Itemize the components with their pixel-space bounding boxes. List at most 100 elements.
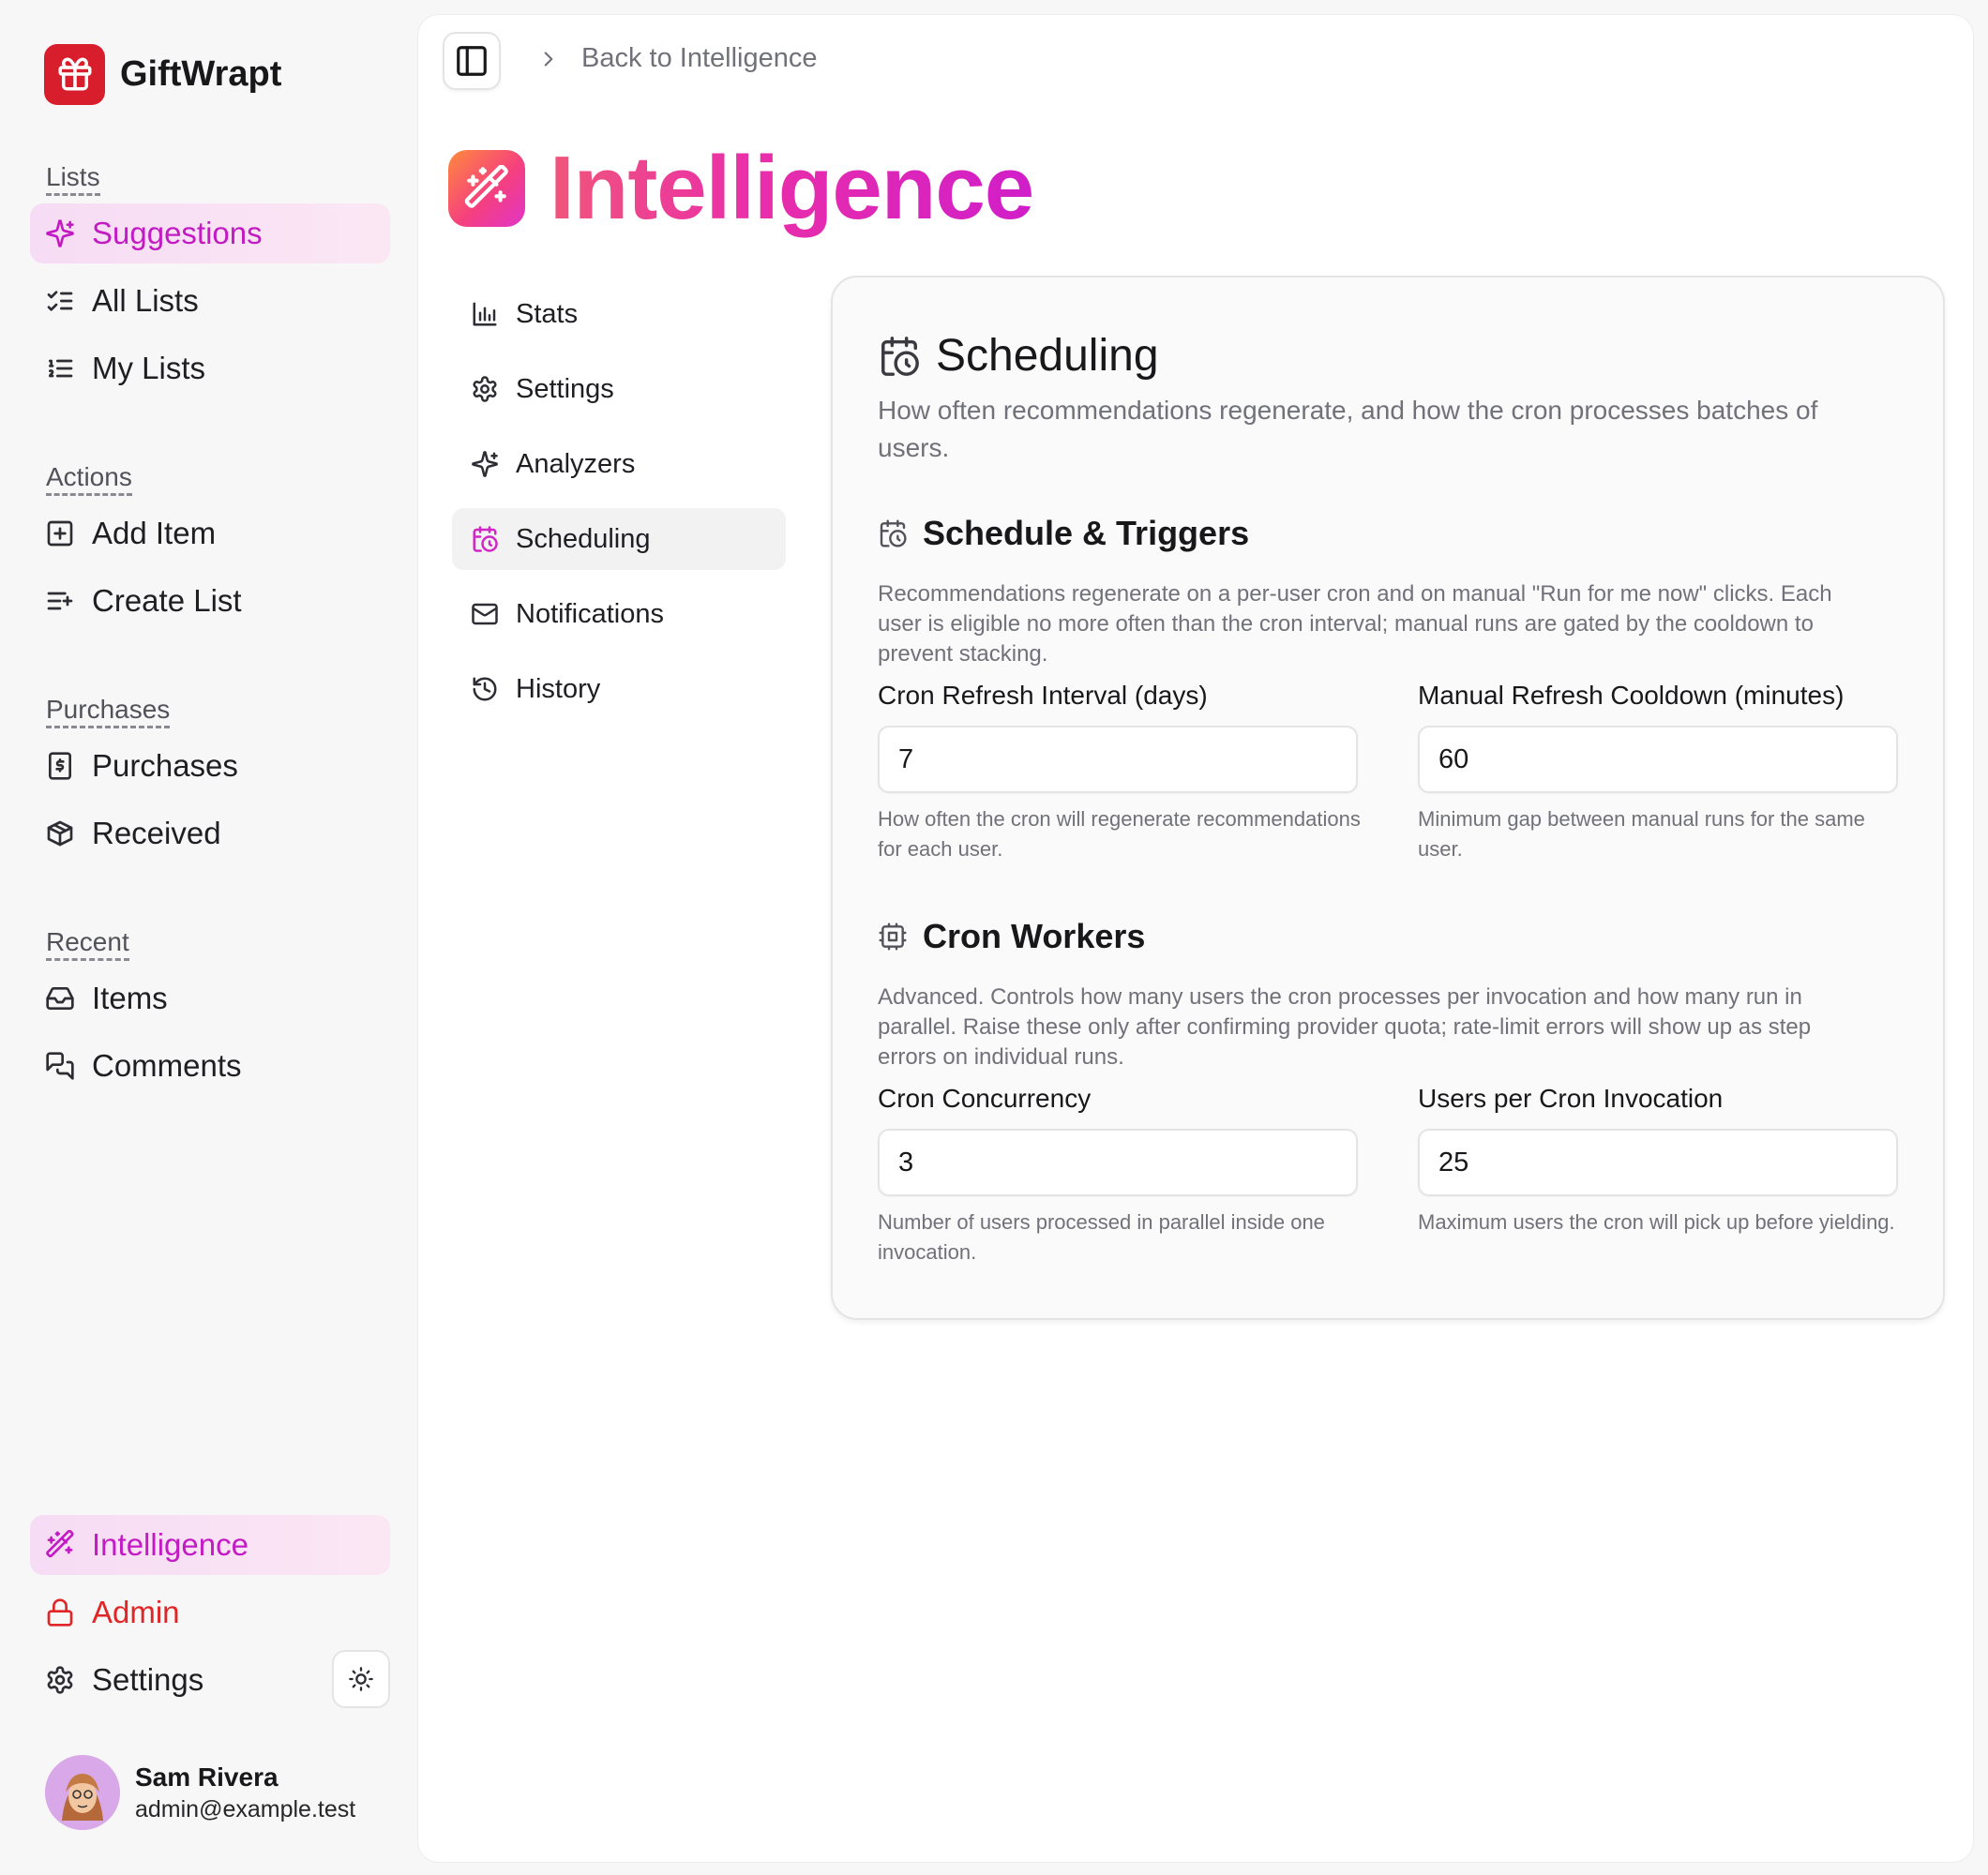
list-ordered-icon: [45, 353, 75, 383]
field-help: How often the cron will regenerate recom…: [878, 807, 1361, 861]
app-name: GiftWrapt: [120, 53, 282, 94]
cron-refresh-interval-input[interactable]: [878, 726, 1358, 793]
subnav-item-label: Analyzers: [516, 448, 636, 479]
nav-group-label: Actions: [46, 461, 132, 496]
nav-group-label: Lists: [46, 161, 100, 196]
calendar-clock-icon: [471, 525, 499, 553]
section-title: Cron Workers: [923, 917, 1146, 955]
avatar: [45, 1755, 120, 1830]
sidebar-item-label: My Lists: [92, 351, 206, 385]
breadcrumb: Back to Intelligence: [536, 43, 817, 74]
manual-refresh-cooldown-input[interactable]: [1418, 726, 1898, 793]
subnav-item-notifications[interactable]: Notifications: [452, 583, 786, 645]
sidebar-item-label: Add Item: [92, 516, 217, 550]
brand[interactable]: GiftWrapt: [44, 43, 390, 105]
sparkles-icon: [471, 450, 499, 478]
gear-icon: [471, 375, 499, 403]
sidebar-item-label: All Lists: [92, 283, 199, 318]
field-help: Minimum gap between manual runs for the …: [1418, 807, 1865, 861]
field-label: Cron Refresh Interval (days): [878, 681, 1208, 710]
field-cron-concurrency: Cron Concurrency Number of users process…: [878, 1082, 1358, 1268]
calendar-clock-icon: [878, 335, 921, 378]
sidebar-item-add-item[interactable]: Add Item: [30, 503, 390, 563]
sidebar-item-admin[interactable]: Admin: [30, 1582, 390, 1642]
subnav-item-scheduling[interactable]: Scheduling: [452, 508, 786, 570]
page-header: Intelligence: [448, 137, 1034, 240]
subnav-item-settings[interactable]: Settings: [452, 358, 786, 420]
wand-sparkles-icon: [45, 1530, 75, 1560]
user-name: Sam Rivera: [135, 1762, 279, 1792]
subnav-item-label: Stats: [516, 298, 579, 329]
sidebar-item-label: Comments: [92, 1048, 242, 1083]
list-checks-icon: [45, 286, 75, 316]
scheduling-card: Scheduling How often recommendations reg…: [831, 276, 1945, 1320]
sidebar-item-label: Admin: [92, 1595, 180, 1629]
cpu-icon: [878, 922, 908, 952]
theme-toggle-button[interactable]: [332, 1650, 390, 1708]
sidebar-item-label: Intelligence: [92, 1527, 248, 1562]
calendar-clock-icon: [878, 518, 908, 548]
section-header-cron-workers: Cron Workers: [878, 917, 1145, 956]
sidebar-item-suggestions[interactable]: Suggestions: [30, 203, 390, 263]
nav-group-label: Purchases: [46, 694, 171, 728]
page-title: Intelligence: [550, 138, 1034, 238]
sidebar-item-label: Settings: [92, 1662, 204, 1697]
sidebar-item-received[interactable]: Received: [30, 803, 390, 863]
sidebar-item-label: Suggestions: [92, 216, 263, 250]
nav-group-recent: Recent Items Comments: [30, 926, 390, 1096]
field-help: Number of users processed in parallel in…: [878, 1210, 1325, 1264]
subnav-item-analyzers[interactable]: Analyzers: [452, 433, 786, 495]
back-link[interactable]: Back to Intelligence: [581, 43, 817, 74]
field-label: Cron Concurrency: [878, 1084, 1092, 1113]
nav-group-lists: Lists Suggestions All Lists My Lists: [30, 161, 390, 398]
sidebar-item-settings[interactable]: Settings: [30, 1650, 390, 1710]
sidebar-item-my-lists[interactable]: My Lists: [30, 338, 390, 398]
bar-chart-icon: [471, 300, 499, 328]
user-menu[interactable]: Sam Rivera admin@example.test: [45, 1755, 355, 1830]
sidebar-item-purchases[interactable]: Purchases: [30, 736, 390, 796]
inbox-icon: [45, 983, 75, 1013]
subnav-item-stats[interactable]: Stats: [452, 283, 786, 345]
sun-icon: [348, 1666, 374, 1692]
sidebar-item-comments[interactable]: Comments: [30, 1036, 390, 1096]
user-email: admin@example.test: [135, 1796, 356, 1822]
main-panel: Back to Intelligence Intelligence Stats …: [418, 15, 1973, 1862]
section-description: Recommendations regenerate on a per-user…: [878, 581, 1832, 667]
lock-icon: [45, 1598, 75, 1628]
field-users-per-cron-invocation: Users per Cron Invocation Maximum users …: [1418, 1082, 1898, 1238]
sidebar-item-create-list[interactable]: Create List: [30, 571, 390, 631]
card-title: Scheduling: [936, 331, 1159, 381]
receipt-icon: [45, 751, 75, 781]
sidebar-item-label: Create List: [92, 583, 242, 618]
sidebar-item-all-lists[interactable]: All Lists: [30, 271, 390, 331]
cron-concurrency-input[interactable]: [878, 1129, 1358, 1196]
sidebar-item-items[interactable]: Items: [30, 968, 390, 1028]
mail-icon: [471, 600, 499, 628]
subnav-item-history[interactable]: History: [452, 658, 786, 720]
users-per-cron-invocation-input[interactable]: [1418, 1129, 1898, 1196]
sidebar-toggle-button[interactable]: [443, 32, 501, 90]
field-label: Users per Cron Invocation: [1418, 1084, 1724, 1113]
wand-sparkles-icon: [448, 150, 525, 227]
subnav-item-label: Scheduling: [516, 523, 651, 554]
nav-group-label: Recent: [46, 926, 129, 961]
sidebar-item-label: Received: [92, 816, 221, 850]
nav-group-purchases: Purchases Purchases Received: [30, 694, 390, 863]
chevron-right-icon: [536, 47, 561, 71]
sparkles-icon: [45, 218, 75, 248]
history-icon: [471, 675, 499, 703]
subnav-item-label: Notifications: [516, 598, 664, 629]
sidebar-item-label: Items: [92, 981, 168, 1015]
section-description: Advanced. Controls how many users the cr…: [878, 984, 1812, 1070]
field-help: Maximum users the cron will pick up befo…: [1418, 1210, 1895, 1234]
field-manual-refresh-cooldown: Manual Refresh Cooldown (minutes) Minimu…: [1418, 679, 1898, 864]
sidebar-item-label: Purchases: [92, 748, 238, 783]
field-label: Manual Refresh Cooldown (minutes): [1418, 681, 1845, 710]
gift-icon: [44, 43, 105, 105]
subnav-item-label: Settings: [516, 373, 614, 404]
sidebar-item-intelligence[interactable]: Intelligence: [30, 1515, 390, 1575]
card-header: Scheduling: [878, 330, 1159, 382]
field-cron-refresh-interval: Cron Refresh Interval (days) How often t…: [878, 679, 1361, 864]
sidebar: GiftWrapt Lists Suggestions All Lists My…: [0, 0, 418, 1875]
nav-group-actions: Actions Add Item Create List: [30, 461, 390, 631]
